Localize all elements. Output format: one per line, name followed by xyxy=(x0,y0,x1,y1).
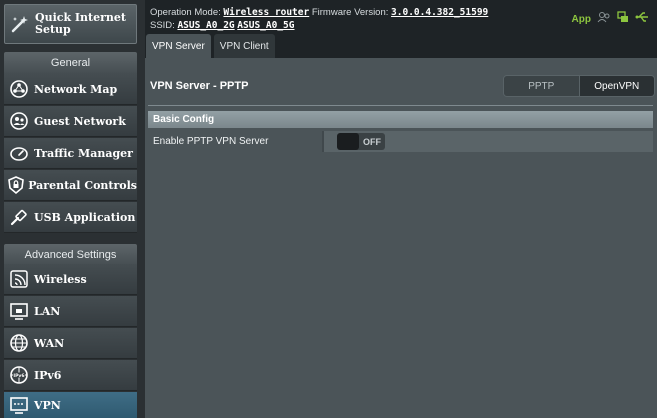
sidebar-item-wireless[interactable]: Wireless xyxy=(4,264,137,295)
openvpn-mode-button[interactable]: OpenVPN xyxy=(579,76,654,96)
sidebar-item-label: Traffic Manager xyxy=(34,146,133,160)
firmware-version-link[interactable]: 3.0.0.4.382_51599 xyxy=(391,7,488,18)
lan-icon xyxy=(4,296,34,327)
quick-internet-setup-label: Quick Internet Setup xyxy=(35,11,127,36)
operation-mode-line: Operation Mode: Wireless router Firmware… xyxy=(150,7,488,18)
vpn-mode-switch: PPTP OpenVPN xyxy=(503,75,655,97)
sidebar-item-label: LAN xyxy=(34,304,61,318)
sidebar-item-label: Guest Network xyxy=(34,114,126,128)
sidebar-item-ipv6[interactable]: IPv6 IPv6 xyxy=(4,360,137,391)
gauge-icon xyxy=(4,138,34,169)
ssid-2g-link[interactable]: ASUS_A0_2G xyxy=(177,20,234,31)
wireless-icon xyxy=(4,264,34,295)
operation-mode-link[interactable]: Wireless router xyxy=(223,7,309,18)
enable-pptp-label: Enable PPTP VPN Server xyxy=(148,131,324,152)
toggle-knob xyxy=(337,133,359,150)
tab-vpn-client[interactable]: VPN Client xyxy=(213,34,275,58)
operation-mode-label: Operation Mode: xyxy=(150,7,221,18)
sidebar-item-label: WAN xyxy=(34,336,65,350)
firmware-label: Firmware Version: xyxy=(311,7,389,18)
wand-icon xyxy=(5,5,35,43)
config-row-enable-pptp: Enable PPTP VPN Server OFF xyxy=(148,131,653,152)
usb-icon xyxy=(4,202,34,233)
sidebar-item-parental-controls[interactable]: Parental Controls xyxy=(4,170,137,201)
pptp-mode-button[interactable]: PPTP xyxy=(504,76,580,96)
sidebar-item-label: Wireless xyxy=(34,272,87,286)
usb-status-icon[interactable] xyxy=(635,10,649,28)
tab-bar: VPN Server VPN Client xyxy=(145,34,275,58)
ssid-label: SSID: xyxy=(150,20,175,31)
network-map-icon xyxy=(4,74,34,105)
sidebar-item-vpn[interactable]: VPN xyxy=(4,392,137,418)
enable-pptp-toggle[interactable]: OFF xyxy=(337,133,385,150)
main-panel: VPN Server - PPTP PPTP OpenVPN Basic Con… xyxy=(145,58,657,418)
globe-icon xyxy=(4,328,34,359)
top-icons: App xyxy=(572,10,649,28)
svg-text:IPv6: IPv6 xyxy=(13,373,24,379)
sidebar-item-label: IPv6 xyxy=(34,368,62,382)
sidebar-item-usb-application[interactable]: USB Application xyxy=(4,202,137,233)
sidebar-item-guest-network[interactable]: Guest Network xyxy=(4,106,137,137)
sidebar-item-label: Parental Controls xyxy=(28,178,137,192)
user-icon[interactable] xyxy=(597,10,611,28)
basic-config-header: Basic Config xyxy=(148,111,653,128)
sidebar-item-traffic-manager[interactable]: Traffic Manager xyxy=(4,138,137,169)
page-title: VPN Server - PPTP xyxy=(150,80,249,92)
ipv6-icon: IPv6 xyxy=(4,360,34,391)
sidebar-item-network-map[interactable]: Network Map xyxy=(4,74,137,105)
top-status-bar: Operation Mode: Wireless router Firmware… xyxy=(145,0,657,34)
tab-vpn-server[interactable]: VPN Server xyxy=(146,34,211,58)
app-link[interactable]: App xyxy=(572,14,591,25)
shield-lock-icon xyxy=(4,170,28,201)
enable-pptp-value-cell: OFF xyxy=(324,131,653,152)
sidebar: Quick Internet Setup General Network Map… xyxy=(0,0,145,418)
general-section-header: General xyxy=(4,52,137,74)
devices-icon[interactable] xyxy=(617,10,629,28)
vpn-icon xyxy=(4,390,34,418)
quick-internet-setup-button[interactable]: Quick Internet Setup xyxy=(4,4,137,44)
sidebar-item-lan[interactable]: LAN xyxy=(4,296,137,327)
sidebar-item-label: USB Application xyxy=(34,210,136,224)
guest-network-icon xyxy=(4,106,34,137)
sidebar-item-label: VPN xyxy=(34,398,61,412)
title-divider xyxy=(148,105,653,106)
sidebar-item-label: Network Map xyxy=(34,82,118,96)
sidebar-item-wan[interactable]: WAN xyxy=(4,328,137,359)
toggle-state-label: OFF xyxy=(363,136,381,147)
ssid-line: SSID: ASUS_A0_2G ASUS_A0_5G xyxy=(150,20,295,31)
ssid-5g-link[interactable]: ASUS_A0_5G xyxy=(237,20,294,31)
